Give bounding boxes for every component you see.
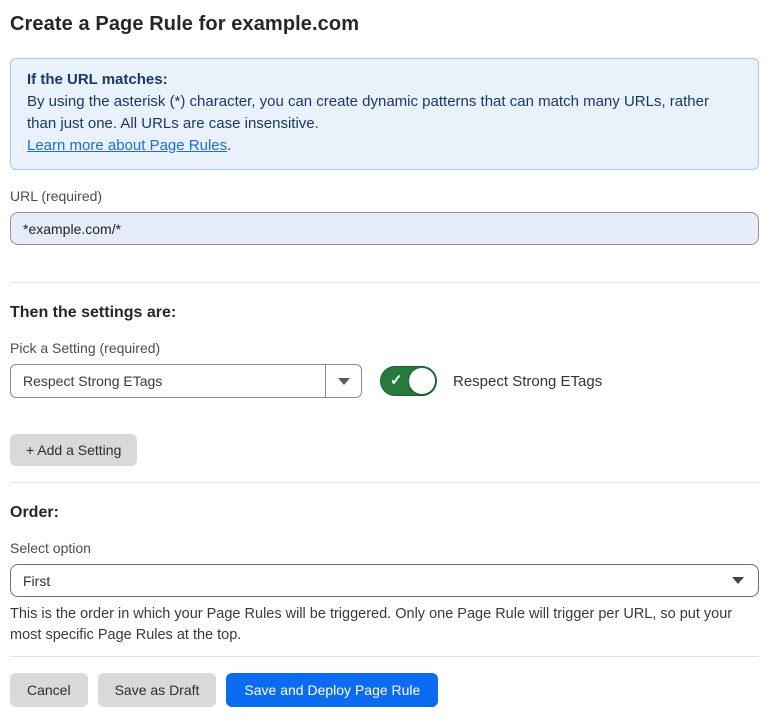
- url-input[interactable]: [10, 212, 759, 245]
- form-actions: Cancel Save as Draft Save and Deploy Pag…: [10, 673, 759, 707]
- setting-select-arrow-button[interactable]: [325, 365, 361, 397]
- cancel-button[interactable]: Cancel: [10, 673, 88, 707]
- setting-select-value: Respect Strong ETags: [11, 365, 325, 397]
- add-setting-button[interactable]: + Add a Setting: [10, 434, 137, 466]
- url-matches-info-box: If the URL matches: By using the asteris…: [10, 58, 759, 170]
- pick-setting-label: Pick a Setting (required): [10, 340, 759, 357]
- settings-heading: Then the settings are:: [10, 303, 759, 322]
- divider: [10, 482, 759, 483]
- link-suffix: .: [227, 137, 231, 154]
- info-box-link-line: Learn more about Page Rules.: [27, 135, 742, 157]
- check-icon: ✓: [390, 373, 403, 388]
- page-title: Create a Page Rule for example.com: [10, 12, 759, 36]
- divider: [10, 656, 759, 657]
- order-select-value: First: [23, 573, 732, 589]
- respect-strong-etags-toggle[interactable]: ✓: [380, 366, 437, 396]
- order-heading: Order:: [10, 503, 759, 522]
- chevron-down-icon: [338, 378, 350, 385]
- setting-row: Respect Strong ETags ✓ Respect Strong ET…: [10, 364, 759, 398]
- save-as-draft-button[interactable]: Save as Draft: [98, 673, 217, 707]
- order-select-label: Select option: [10, 540, 759, 557]
- info-box-body: By using the asterisk (*) character, you…: [27, 91, 742, 135]
- order-select[interactable]: First: [10, 564, 759, 597]
- info-box-heading: If the URL matches:: [27, 69, 742, 91]
- toggle-knob: [409, 368, 435, 394]
- chevron-down-icon: [732, 577, 744, 584]
- divider: [10, 282, 759, 283]
- save-and-deploy-button[interactable]: Save and Deploy Page Rule: [226, 673, 438, 707]
- setting-select[interactable]: Respect Strong ETags: [10, 364, 362, 398]
- learn-more-link[interactable]: Learn more about Page Rules: [27, 137, 227, 154]
- order-help-text: This is the order in which your Page Rul…: [10, 604, 759, 646]
- toggle-label: Respect Strong ETags: [453, 373, 602, 390]
- url-label: URL (required): [10, 188, 759, 205]
- page-rule-form: Create a Page Rule for example.com If th…: [0, 0, 769, 723]
